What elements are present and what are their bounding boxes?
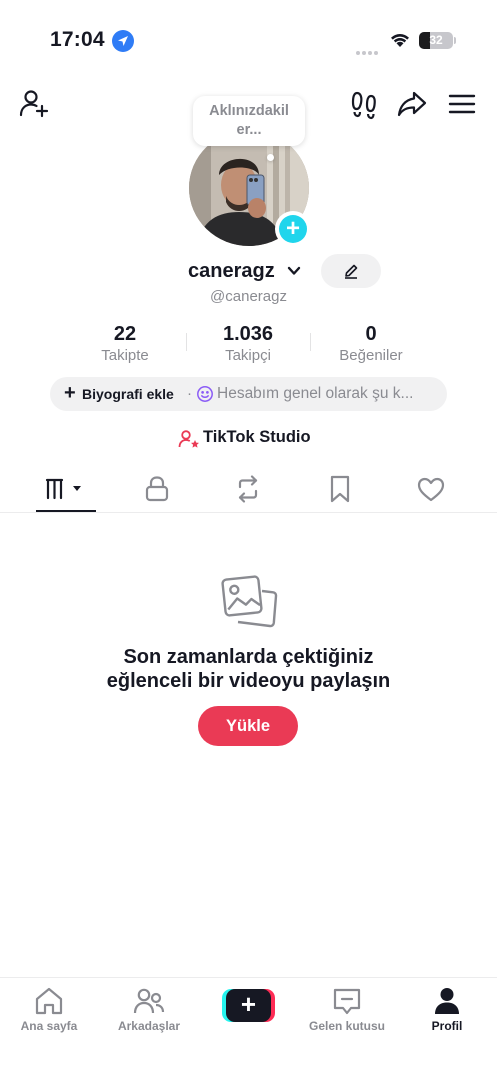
add-story-button[interactable]: + bbox=[275, 211, 311, 247]
stat-following-value: 22 bbox=[113, 323, 137, 345]
empty-state-title-line2: eğlenceli bir videoyu paylaşın bbox=[106, 670, 391, 692]
thought-bubble[interactable]: Aklınızdakiler... bbox=[193, 96, 305, 146]
bio-separator: · bbox=[187, 385, 192, 402]
tiktok-studio-link[interactable]: TikTok Studio bbox=[203, 428, 311, 447]
bio-suggestion-text: Hesabım genel olarak şu k... bbox=[217, 385, 414, 402]
tab-private[interactable] bbox=[127, 473, 187, 505]
battery-percent: 32 bbox=[429, 33, 443, 47]
stat-followers[interactable]: 1.036 Takipçi bbox=[188, 322, 308, 366]
upload-button[interactable]: Yükle bbox=[198, 706, 298, 746]
repost-icon bbox=[238, 475, 258, 503]
stat-likes-value: 0 bbox=[365, 323, 377, 345]
username[interactable]: caneragz bbox=[188, 260, 275, 283]
friends-icon bbox=[133, 988, 165, 1014]
plus-icon: + bbox=[279, 215, 307, 243]
nav-profile-label: Profil bbox=[431, 1019, 463, 1033]
stat-followers-value: 1.036 bbox=[222, 323, 274, 345]
thought-bubble-text: Aklınızdakiler... bbox=[209, 103, 289, 138]
nav-inbox-label: Gelen kutusu bbox=[308, 1019, 385, 1033]
tab-reposts[interactable] bbox=[218, 473, 278, 505]
heart-icon bbox=[417, 477, 445, 502]
create-button[interactable]: + bbox=[222, 989, 275, 1022]
videos-grid-icon bbox=[45, 478, 81, 500]
share-icon[interactable] bbox=[396, 88, 428, 120]
stat-likes[interactable]: 0 Beğeniler bbox=[311, 322, 431, 366]
chevron-down-icon[interactable] bbox=[286, 263, 302, 284]
home-icon bbox=[35, 987, 63, 1015]
nav-inbox[interactable]: Gelen kutusu bbox=[302, 986, 392, 1033]
plus-icon: + bbox=[64, 382, 76, 404]
profile-icon bbox=[435, 988, 459, 1014]
tab-saved[interactable] bbox=[310, 473, 370, 505]
add-friend-icon[interactable] bbox=[18, 88, 50, 120]
bottom-nav: Ana sayfa Arkadaşlar + Gelen kutusu Prof… bbox=[0, 977, 497, 1080]
wifi-icon bbox=[389, 32, 411, 53]
stat-following[interactable]: 22 Takipte bbox=[65, 322, 185, 366]
empty-state-title-line1: Son zamanlarda çektiğiniz bbox=[123, 646, 374, 668]
tab-videos[interactable] bbox=[36, 473, 96, 505]
footprints-icon[interactable] bbox=[348, 88, 380, 120]
bookmark-icon bbox=[330, 475, 350, 503]
nav-home-label: Ana sayfa bbox=[20, 1019, 78, 1033]
stat-likes-label: Beğeniler bbox=[339, 347, 403, 364]
lock-icon bbox=[145, 476, 169, 502]
smile-icon bbox=[196, 385, 214, 407]
tab-liked[interactable] bbox=[401, 473, 461, 505]
stat-following-label: Takipte bbox=[101, 347, 149, 364]
inbox-icon bbox=[333, 988, 361, 1015]
nav-profile[interactable]: Profil bbox=[402, 986, 492, 1033]
empty-state-title: Son zamanlarda çektiğiniz eğlenceli bir … bbox=[0, 645, 497, 693]
add-bio-label: Biyografi ekle bbox=[82, 386, 174, 402]
status-bar: 17:04 32 bbox=[0, 0, 497, 80]
create-icon: + bbox=[226, 989, 271, 1022]
photos-icon bbox=[220, 574, 278, 637]
bio-button[interactable]: + Biyografi ekle · Hesabım genel olarak … bbox=[50, 377, 447, 411]
user-handle: @caneragz bbox=[210, 288, 287, 305]
studio-person-star-icon[interactable] bbox=[178, 429, 200, 454]
nav-friends[interactable]: Arkadaşlar bbox=[104, 986, 194, 1033]
cellular-signal-icon bbox=[356, 42, 380, 60]
stat-followers-label: Takipçi bbox=[225, 347, 271, 364]
battery-icon: 32 bbox=[419, 32, 453, 49]
location-arrow-icon bbox=[112, 30, 134, 52]
nav-home[interactable]: Ana sayfa bbox=[4, 986, 94, 1033]
edit-profile-button[interactable] bbox=[321, 254, 381, 288]
status-time: 17:04 bbox=[50, 28, 105, 51]
pencil-icon bbox=[345, 264, 358, 279]
menu-icon[interactable] bbox=[446, 88, 478, 120]
nav-friends-label: Arkadaşlar bbox=[117, 1019, 181, 1033]
